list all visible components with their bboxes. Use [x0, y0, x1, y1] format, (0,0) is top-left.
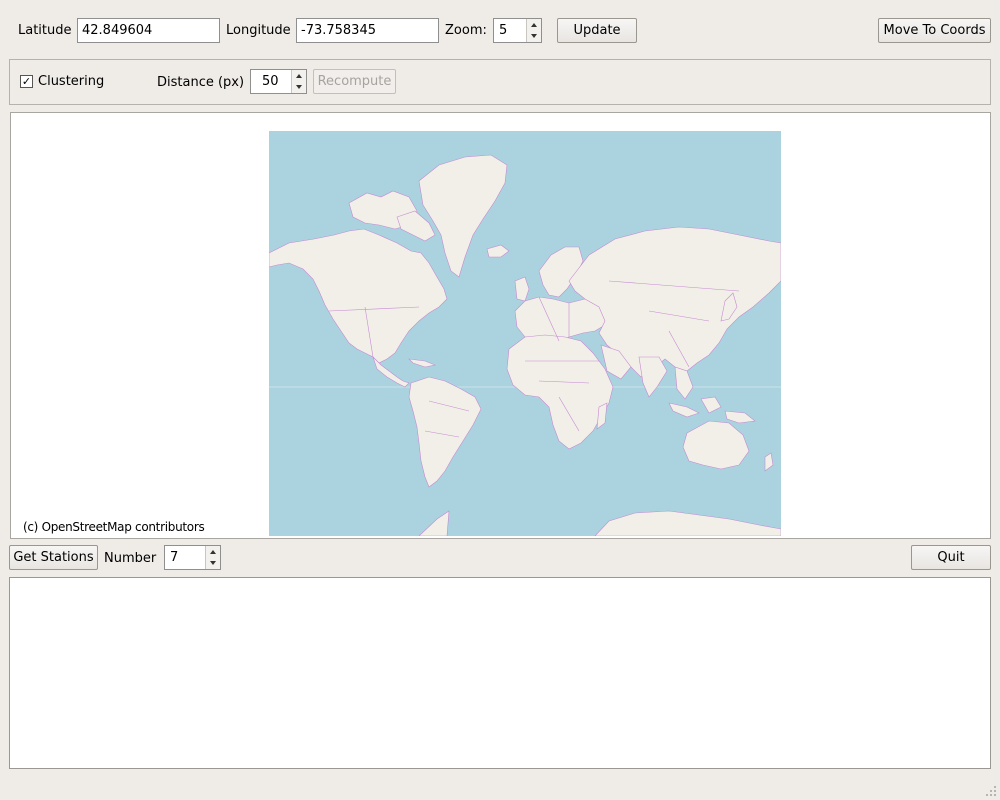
distance-spinbox[interactable]: 50	[250, 69, 307, 94]
distance-label: Distance (px)	[157, 75, 245, 90]
get-stations-button[interactable]: Get Stations	[9, 545, 98, 570]
map-panel[interactable]: (c) OpenStreetMap contributors	[10, 112, 991, 539]
move-to-coords-button[interactable]: Move To Coords	[878, 18, 991, 43]
zoom-spinbox[interactable]: 5	[493, 18, 542, 43]
resize-grip-icon[interactable]	[984, 784, 998, 798]
zoom-up-icon[interactable]	[527, 19, 541, 30]
world-map[interactable]	[269, 131, 781, 536]
update-button[interactable]: Update	[557, 18, 637, 43]
distance-up-icon[interactable]	[292, 70, 306, 81]
number-down-icon[interactable]	[206, 557, 220, 568]
clustering-checkbox[interactable]: ✓	[20, 75, 33, 88]
number-arrows[interactable]	[205, 546, 220, 569]
zoom-arrows[interactable]	[526, 19, 541, 42]
quit-button[interactable]: Quit	[911, 545, 991, 570]
recompute-button[interactable]: Recompute	[313, 69, 396, 94]
zoom-down-icon[interactable]	[527, 30, 541, 41]
longitude-input[interactable]	[296, 18, 439, 43]
number-label: Number	[104, 551, 157, 566]
latitude-label: Latitude	[18, 23, 72, 38]
number-value: 7	[170, 550, 179, 565]
results-textarea[interactable]	[9, 577, 991, 769]
distance-down-icon[interactable]	[292, 81, 306, 92]
distance-value: 50	[262, 74, 279, 89]
longitude-label: Longitude	[226, 23, 291, 38]
zoom-value: 5	[499, 23, 508, 38]
latitude-input[interactable]	[77, 18, 220, 43]
distance-arrows[interactable]	[291, 70, 306, 93]
zoom-label: Zoom:	[445, 23, 487, 38]
map-attribution: (c) OpenStreetMap contributors	[23, 520, 205, 534]
clustering-label: Clustering	[38, 74, 105, 89]
number-up-icon[interactable]	[206, 546, 220, 557]
number-spinbox[interactable]: 7	[164, 545, 221, 570]
